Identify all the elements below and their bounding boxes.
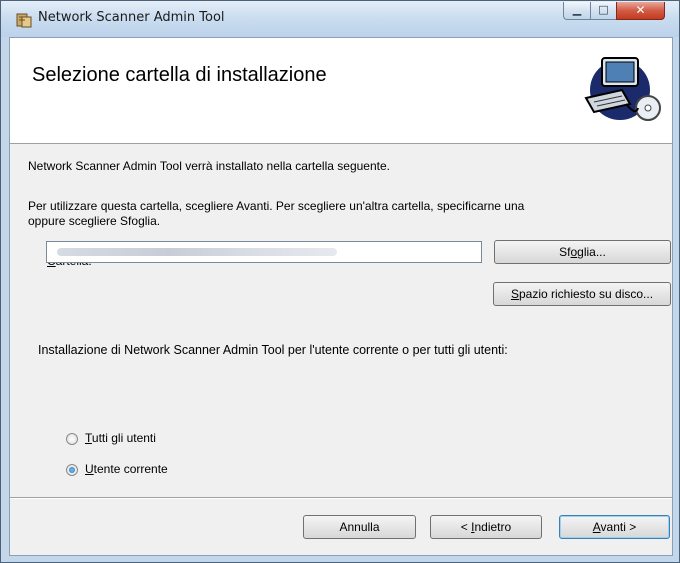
radio-current-accel: U — [85, 462, 94, 476]
close-button[interactable]: ✕ — [616, 2, 665, 20]
radio-all-rest: utti gli utenti — [91, 431, 156, 445]
next-label-accel: A — [592, 520, 601, 534]
back-label-pre: < — [460, 520, 472, 534]
browse-button[interactable]: Sfoglia... — [494, 240, 671, 264]
disk-space-label-accel: S — [510, 287, 519, 301]
radio-current-rest: tente corrente — [93, 462, 168, 476]
minimize-icon: ▁ — [572, 3, 582, 16]
radio-all-accel: T — [85, 431, 92, 445]
intro-text: Network Scanner Admin Tool verrà install… — [28, 159, 390, 173]
page-title: Selezione cartella di installazione — [32, 64, 327, 86]
next-button[interactable]: Avanti > — [559, 515, 670, 539]
radio-current-user[interactable] — [66, 464, 78, 476]
header-banner: Selezione cartella di installazione — [10, 38, 672, 144]
computer-installer-icon — [584, 57, 661, 121]
back-button[interactable]: < Indietro — [430, 515, 542, 539]
browse-label-pre: Sf — [559, 245, 571, 259]
disk-space-label-rest: pazio richiesto su disco... — [518, 287, 654, 301]
installer-app-icon — [16, 13, 32, 28]
back-label-rest: ndietro — [474, 520, 512, 534]
window-title: Network Scanner Admin Tool — [38, 10, 225, 25]
title-bar[interactable]: Network Scanner Admin Tool ▁ □ ✕ — [1, 1, 679, 37]
footer-divider — [10, 497, 672, 499]
close-icon: ✕ — [635, 3, 646, 17]
disk-space-button[interactable]: Spazio richiesto su disco... — [493, 282, 671, 306]
maximize-icon: □ — [598, 3, 609, 16]
folder-path-input[interactable] — [46, 241, 482, 263]
scope-question: Installazione di Network Scanner Admin T… — [38, 343, 508, 357]
instructions-line-1: Per utilizzare questa cartella, sceglier… — [28, 199, 525, 213]
minimize-button[interactable]: ▁ — [563, 2, 591, 20]
installer-window: Network Scanner Admin Tool ▁ □ ✕ Selezio… — [0, 0, 680, 563]
folder-path-redacted — [57, 248, 337, 256]
browse-label-post: glia... — [577, 245, 606, 259]
radio-all-users[interactable] — [66, 433, 78, 445]
next-label-rest: vanti > — [600, 520, 637, 534]
dialog-client-area: Selezione cartella di installazione Netw… — [9, 37, 673, 556]
radio-current-user-label[interactable]: Utente corrente — [85, 462, 168, 476]
maximize-button[interactable]: □ — [590, 2, 617, 20]
instructions-line-2: oppure scegliere Sfoglia. — [28, 214, 161, 228]
radio-all-users-label[interactable]: Tutti gli utenti — [85, 431, 156, 445]
cancel-button[interactable]: Annulla — [303, 515, 416, 539]
